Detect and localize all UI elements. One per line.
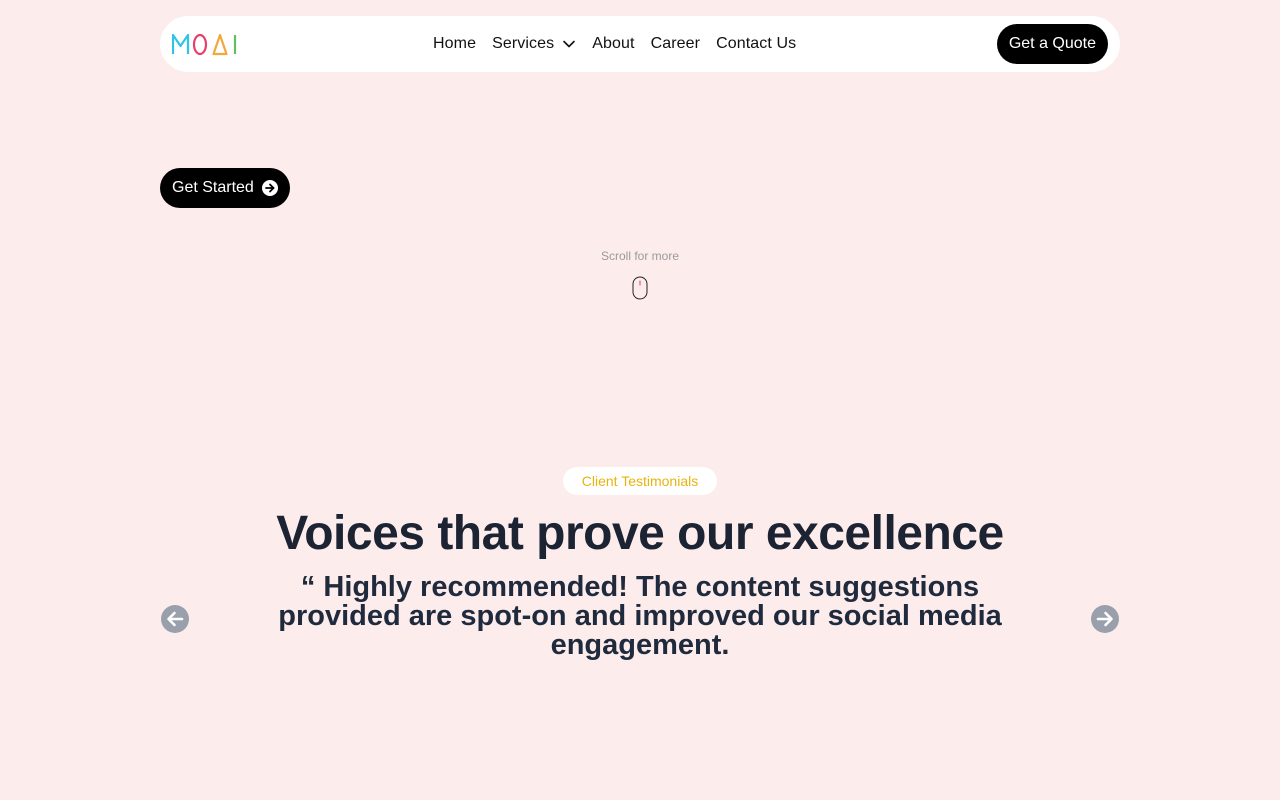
carousel-prev-button[interactable] [161,605,189,633]
nav-home[interactable]: Home [433,35,476,53]
chevron-down-icon [562,37,576,51]
scroll-hint-text: Scroll for more [600,249,680,263]
nav-services-label: Services [492,35,555,52]
nav-career-label: Career [650,35,701,52]
get-started-button[interactable]: Get Started [160,168,290,208]
nav-about[interactable]: About [592,35,634,53]
get-a-quote-button[interactable]: Get a Quote [996,24,1108,64]
moai-logo-icon [172,33,237,56]
section-title: Voices that prove our excellence [276,507,1004,560]
carousel-next-button[interactable] [1091,605,1119,633]
nav-career[interactable]: Career [651,35,701,53]
nav-home-label: Home [433,35,477,52]
testimonial-quote: “ Highly recommended! The content sugges… [278,571,1002,661]
arrow-left-circle-icon [161,605,189,633]
nav-services[interactable]: Services [492,35,576,53]
page: Home Services About Career Contact Us Ge… [0,0,1280,800]
mouse-icon [632,276,648,300]
arrow-right-circle-icon [261,180,278,196]
top-navbar: Home Services About Career Contact Us Ge… [160,16,1120,72]
client-testimonials-badge: Client Testimonials [563,467,717,495]
get-started-label: Get Started [172,179,254,196]
nav-about-label: About [592,35,635,52]
nav-contact-us[interactable]: Contact Us [716,35,796,53]
main-nav: Home Services About Career Contact Us [433,16,796,72]
brand-logo[interactable] [172,16,238,72]
arrow-right-circle-icon [1091,605,1119,633]
nav-contact-us-label: Contact Us [716,35,797,52]
